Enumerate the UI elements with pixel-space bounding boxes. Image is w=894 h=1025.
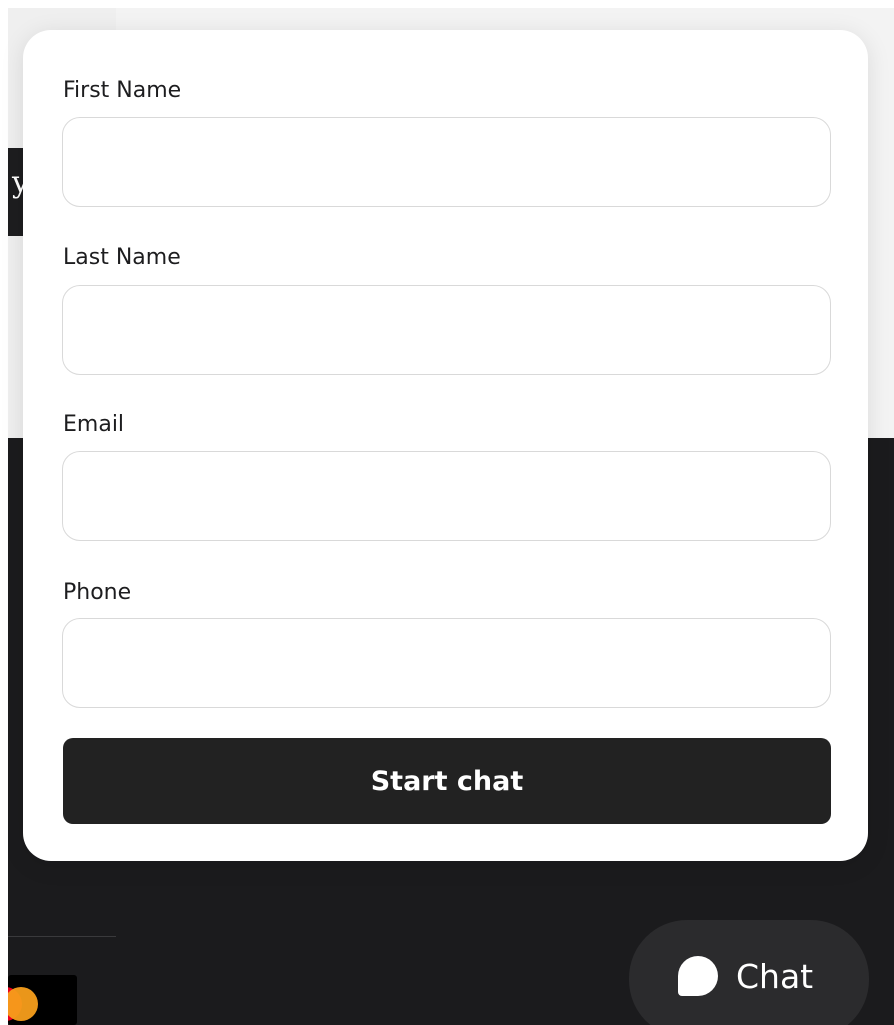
chat-launcher-button[interactable]: Chat bbox=[629, 920, 869, 1025]
chat-bubble-icon bbox=[678, 956, 718, 996]
start-chat-button[interactable]: Start chat bbox=[63, 738, 831, 824]
mastercard-orange-circle bbox=[8, 987, 38, 1021]
chat-launcher-label: Chat bbox=[736, 956, 814, 996]
mastercard-logo-icon bbox=[8, 975, 77, 1025]
phone-field[interactable] bbox=[62, 618, 831, 708]
first-name-label: First Name bbox=[63, 78, 182, 103]
last-name-label: Last Name bbox=[63, 245, 181, 270]
email-label: Email bbox=[63, 412, 125, 437]
email-field[interactable] bbox=[62, 451, 831, 541]
chat-prechat-form: First Name Last Name Email Phone Start c… bbox=[23, 30, 868, 861]
last-name-field[interactable] bbox=[62, 285, 831, 375]
first-name-field[interactable] bbox=[62, 117, 831, 207]
footer-divider bbox=[8, 936, 116, 937]
phone-label: Phone bbox=[63, 580, 132, 605]
